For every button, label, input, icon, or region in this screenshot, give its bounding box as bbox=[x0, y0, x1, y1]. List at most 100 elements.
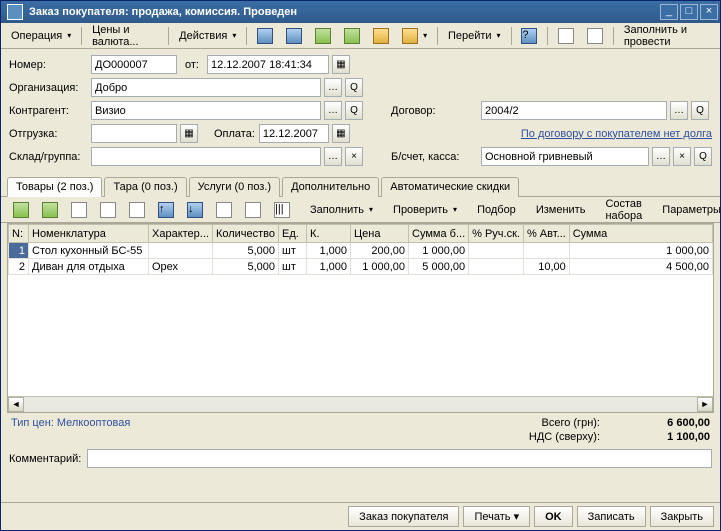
warehouse-input[interactable] bbox=[91, 147, 321, 166]
edit-row-icon[interactable] bbox=[65, 200, 93, 220]
tab-check-menu[interactable]: Проверить▾ bbox=[387, 200, 463, 220]
table-row[interactable]: 2Диван для отдыхаОрех5,000шт1,0001 000,0… bbox=[9, 259, 713, 275]
pay-input[interactable] bbox=[259, 124, 329, 143]
operation-menu[interactable]: Операция▾ bbox=[5, 26, 77, 46]
tab-tare[interactable]: Тара (0 поз.) bbox=[104, 177, 186, 197]
org-lookup-icon[interactable]: Q bbox=[345, 78, 363, 97]
debt-link[interactable]: По договору с покупателем нет долга bbox=[521, 128, 712, 140]
contract-ellipsis-icon[interactable]: … bbox=[670, 101, 688, 120]
prices-currency-button[interactable]: Цены и валюта... bbox=[86, 26, 164, 46]
org-input[interactable] bbox=[91, 78, 321, 97]
number-input[interactable] bbox=[91, 55, 177, 74]
comment-input[interactable] bbox=[87, 449, 712, 468]
settings-icon[interactable] bbox=[239, 200, 267, 220]
tab-extra[interactable]: Дополнительно bbox=[282, 177, 379, 197]
tab-discounts[interactable]: Автоматические скидки bbox=[381, 177, 519, 197]
wh-clear-icon[interactable]: × bbox=[345, 147, 363, 166]
delete-all-icon[interactable] bbox=[123, 200, 151, 220]
col-manual-discount[interactable]: % Руч.ск. bbox=[469, 225, 524, 243]
tab-set-button[interactable]: Состав набора bbox=[599, 200, 648, 220]
account-input[interactable] bbox=[481, 147, 649, 166]
acct-clear-icon[interactable]: × bbox=[673, 147, 691, 166]
org-label: Организация: bbox=[9, 82, 87, 94]
account-label: Б/счет, касса: bbox=[391, 151, 477, 163]
from-label: от: bbox=[185, 59, 199, 71]
ship-cal-icon[interactable]: ▦ bbox=[180, 124, 198, 143]
delete-row-icon[interactable] bbox=[94, 200, 122, 220]
col-n[interactable]: N: bbox=[9, 225, 29, 243]
col-k[interactable]: К. bbox=[307, 225, 351, 243]
vat-value: 1 100,00 bbox=[620, 431, 710, 443]
col-price[interactable]: Цена bbox=[351, 225, 409, 243]
add-row-icon[interactable] bbox=[7, 200, 35, 220]
window-title: Заказ покупателя: продажа, комиссия. Про… bbox=[27, 6, 660, 18]
acct-ellipsis-icon[interactable]: … bbox=[652, 147, 670, 166]
table-row[interactable]: 1Стол кухонный БС-555,000шт1,000200,001 … bbox=[9, 243, 713, 259]
sort-icon[interactable] bbox=[210, 200, 238, 220]
contract-lookup-icon[interactable]: Q bbox=[691, 101, 709, 120]
scroll-right-icon[interactable]: ► bbox=[697, 397, 713, 412]
col-sum-base[interactable]: Сумма б... bbox=[409, 225, 469, 243]
report-icon[interactable]: ▾ bbox=[396, 26, 433, 46]
nav-first-icon[interactable] bbox=[251, 26, 279, 46]
contr-ellipsis-icon[interactable]: … bbox=[324, 101, 342, 120]
maximize-button[interactable]: □ bbox=[680, 4, 698, 20]
comment-label: Комментарий: bbox=[9, 453, 81, 465]
move-up-icon[interactable]: ↑ bbox=[152, 200, 180, 220]
goto-menu[interactable]: Перейти▾ bbox=[442, 26, 507, 46]
scroll-left-icon[interactable]: ◄ bbox=[8, 397, 24, 412]
tabs: Товары (2 поз.) Тара (0 поз.) Услуги (0 … bbox=[1, 176, 720, 197]
tab-fill-menu[interactable]: Заполнить▾ bbox=[304, 200, 379, 220]
contragent-input[interactable] bbox=[91, 101, 321, 120]
number-label: Номер: bbox=[9, 59, 87, 71]
tab-toolbar: ↑ ↓ ||| Заполнить▾ Проверить▾ Подбор Изм… bbox=[1, 197, 720, 223]
actions-menu[interactable]: Действия▾ bbox=[173, 26, 242, 46]
col-characteristic[interactable]: Характер... bbox=[149, 225, 213, 243]
contr-lookup-icon[interactable]: Q bbox=[345, 101, 363, 120]
titlebar: Заказ покупателя: продажа, комиссия. Про… bbox=[1, 1, 720, 23]
tree-icon[interactable] bbox=[581, 26, 609, 46]
col-auto-discount[interactable]: % Авт... bbox=[523, 225, 569, 243]
calendar-icon[interactable]: ▦ bbox=[332, 55, 350, 74]
ok-button[interactable]: OK bbox=[534, 506, 573, 527]
move-down-icon[interactable]: ↓ bbox=[181, 200, 209, 220]
list-icon[interactable] bbox=[552, 26, 580, 46]
tab-params-button[interactable]: Параметры bbox=[656, 200, 720, 220]
save-button[interactable]: Записать bbox=[577, 506, 646, 527]
col-quantity[interactable]: Количество bbox=[212, 225, 278, 243]
nav-prev-icon[interactable] bbox=[280, 26, 308, 46]
fill-and-post-button[interactable]: Заполнить и провести bbox=[618, 26, 716, 46]
pay-cal-icon[interactable]: ▦ bbox=[332, 124, 350, 143]
col-nomenclature[interactable]: Номенклатура bbox=[29, 225, 149, 243]
acct-lookup-icon[interactable]: Q bbox=[694, 147, 712, 166]
pay-label: Оплата: bbox=[214, 128, 255, 140]
barcode-icon[interactable]: ||| bbox=[268, 200, 296, 220]
minimize-button[interactable]: _ bbox=[660, 4, 678, 20]
col-unit[interactable]: Ед. bbox=[279, 225, 307, 243]
post-icon[interactable] bbox=[338, 26, 366, 46]
close-button[interactable]: × bbox=[700, 4, 718, 20]
goods-grid[interactable]: N: Номенклатура Характер... Количество Е… bbox=[7, 223, 714, 413]
tab-services[interactable]: Услуги (0 поз.) bbox=[189, 177, 280, 197]
price-type-label: Тип цен: Мелкооптовая bbox=[11, 417, 130, 445]
org-ellipsis-icon[interactable]: … bbox=[324, 78, 342, 97]
total-value: 6 600,00 bbox=[620, 417, 710, 429]
tab-edit-button[interactable]: Изменить bbox=[530, 200, 592, 220]
order-button[interactable]: Заказ покупателя bbox=[348, 506, 459, 527]
help-icon[interactable]: ? bbox=[515, 26, 543, 46]
wh-ellipsis-icon[interactable]: … bbox=[324, 147, 342, 166]
horizontal-scrollbar[interactable]: ◄ ► bbox=[8, 396, 713, 412]
refresh-icon[interactable] bbox=[309, 26, 337, 46]
ship-input[interactable] bbox=[91, 124, 177, 143]
print-button[interactable]: Печать ▾ bbox=[463, 506, 530, 527]
date-input[interactable] bbox=[207, 55, 329, 74]
doc-icon[interactable] bbox=[367, 26, 395, 46]
main-toolbar: Операция▾ Цены и валюта... Действия▾ ▾ П… bbox=[1, 23, 720, 49]
tab-goods[interactable]: Товары (2 поз.) bbox=[7, 177, 102, 197]
copy-row-icon[interactable] bbox=[36, 200, 64, 220]
tab-pick-button[interactable]: Подбор bbox=[471, 200, 522, 220]
close-footer-button[interactable]: Закрыть bbox=[650, 506, 714, 527]
footer-bar: Заказ покупателя Печать ▾ OK Записать За… bbox=[1, 502, 720, 530]
col-sum[interactable]: Сумма bbox=[569, 225, 712, 243]
contract-input[interactable] bbox=[481, 101, 667, 120]
